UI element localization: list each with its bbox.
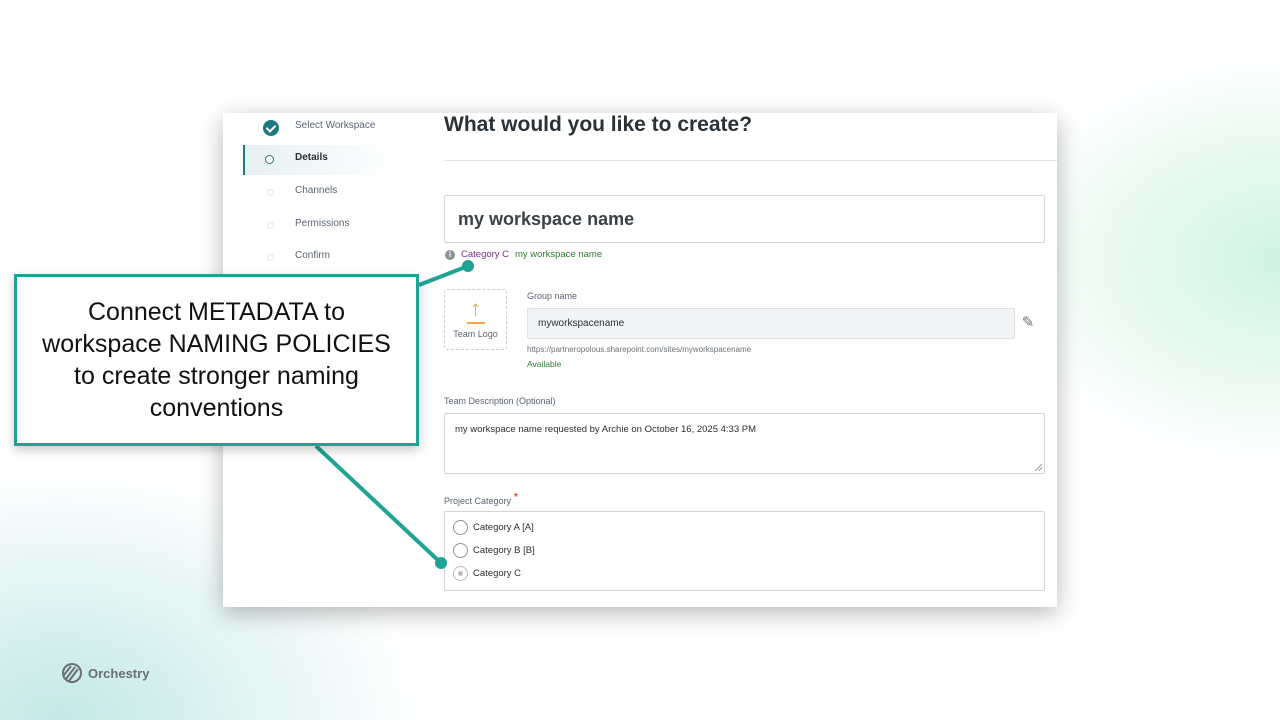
group-url: https://partneropolous.sharepoint.com/si…	[527, 345, 752, 354]
radio-button[interactable]	[453, 543, 468, 558]
divider	[444, 160, 1057, 161]
radio-label: Category B [B]	[473, 545, 535, 556]
project-category-radio-group: Category A [A] Category B [B] Category C	[444, 511, 1045, 591]
orchestry-logo-icon	[62, 663, 82, 683]
step-details[interactable]: Details	[243, 145, 403, 175]
required-marker: *	[513, 490, 519, 504]
description-label: Team Description (Optional)	[444, 396, 556, 406]
step-label: Details	[295, 152, 328, 163]
step-label: Permissions	[295, 218, 350, 229]
radio-option-category-b[interactable]: Category B [B]	[453, 543, 653, 559]
pending-step-icon	[267, 254, 274, 261]
radio-label: Category C	[473, 568, 522, 579]
step-channels[interactable]: Channels	[223, 178, 403, 208]
page-title: What would you like to create?	[444, 113, 753, 136]
project-category-label: Project Category *	[444, 490, 519, 507]
radio-label: Category A [A]	[473, 522, 534, 533]
brand-name: Orchestry	[88, 666, 150, 681]
pending-step-icon	[267, 222, 274, 229]
radio-button-selected[interactable]	[453, 566, 468, 581]
radio-button[interactable]	[453, 520, 468, 535]
check-icon	[263, 120, 279, 136]
step-label: Select Workspace	[295, 120, 376, 131]
radio-option-category-a[interactable]: Category A [A]	[453, 520, 653, 536]
upload-icon-base	[467, 322, 485, 324]
info-icon: i	[445, 250, 455, 260]
metadata-category-hint: Category C	[461, 249, 510, 260]
team-description-textarea[interactable]: my workspace name requested by Archie on…	[444, 413, 1045, 474]
group-name-label: Group name	[527, 291, 578, 301]
workspace-name-value: my workspace name	[458, 209, 635, 229]
team-logo-upload[interactable]: ↑ Team Logo	[444, 289, 507, 350]
pending-step-icon	[267, 189, 274, 196]
pencil-icon[interactable]: ✎	[1019, 314, 1037, 332]
step-label: Confirm	[295, 250, 331, 261]
step-select-workspace[interactable]: Select Workspace	[223, 113, 403, 143]
team-logo-label: Team Logo	[453, 329, 498, 339]
metadata-name-hint: my workspace name	[515, 249, 603, 260]
group-name-value: myworkspacename	[538, 318, 625, 329]
group-name-field[interactable]: myworkspacename	[527, 308, 1015, 339]
radio-option-category-c[interactable]: Category C	[453, 566, 653, 582]
step-label: Channels	[295, 185, 338, 196]
step-permissions[interactable]: Permissions	[223, 211, 403, 241]
step-confirm[interactable]: Confirm	[223, 243, 403, 273]
callout-box: Connect METADATA to workspace NAMING POL…	[14, 274, 419, 446]
upload-icon: ↑	[470, 296, 481, 321]
current-step-icon	[265, 155, 274, 164]
workspace-name-input[interactable]: my workspace name	[444, 195, 1045, 243]
project-category-text: Project Category	[444, 496, 512, 506]
availability-status: Available	[527, 359, 562, 369]
resize-grip-icon[interactable]	[1035, 464, 1042, 471]
description-value: my workspace name requested by Archie on…	[455, 424, 756, 435]
callout-text: Connect METADATA to workspace NAMING POL…	[42, 298, 391, 422]
